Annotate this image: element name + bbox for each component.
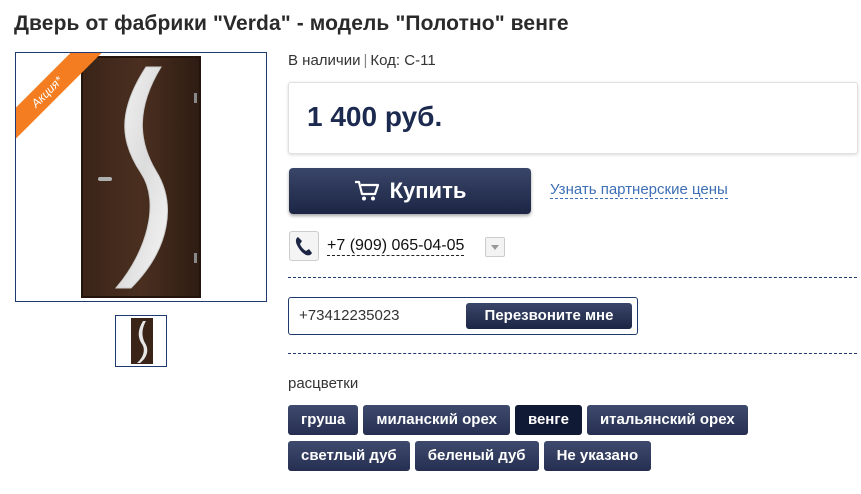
partner-prices-link[interactable]: Узнать партнерские цены — [550, 181, 728, 199]
door-thumbnail-icon — [131, 318, 153, 364]
color-row: светлый дуб беленый дуб Не указано — [288, 441, 788, 471]
door-image — [81, 56, 201, 298]
product-title: Дверь от фабрики "Verda" - модель "Полот… — [14, 12, 569, 35]
divider — [288, 353, 857, 354]
callback-button[interactable]: Перезвоните мне — [466, 303, 632, 329]
color-options: груша миланский орех венге итальянский о… — [288, 405, 788, 477]
price: 1 400 руб. — [307, 101, 443, 132]
phone-icon — [295, 237, 312, 256]
color-row: груша миланский орех венге итальянский о… — [288, 405, 788, 435]
buy-button[interactable]: Купить — [289, 168, 531, 214]
separator: | — [363, 52, 368, 69]
divider — [288, 277, 857, 278]
color-chip-grusha[interactable]: груша — [288, 405, 359, 435]
color-chip-light-oak[interactable]: светлый дуб — [288, 441, 410, 471]
buy-button-label: Купить — [389, 178, 467, 203]
product-main-image[interactable]: Акция* — [15, 52, 267, 302]
thumbnail-image[interactable] — [115, 315, 167, 367]
color-chip-italian-walnut[interactable]: итальянский орех — [586, 405, 748, 435]
availability-info: В наличии | Код: С-11 — [288, 52, 436, 69]
cart-icon — [354, 180, 379, 201]
callback-phone-input[interactable] — [299, 307, 459, 324]
color-chip-not-specified[interactable]: Не указано — [543, 441, 652, 471]
color-chip-wenge[interactable]: венге — [514, 405, 582, 435]
callback-form: Перезвоните мне — [288, 297, 638, 335]
product-code: Код: С-11 — [370, 52, 436, 69]
color-chip-bleached-oak[interactable]: беленый дуб — [414, 441, 539, 471]
phone-icon-button[interactable] — [289, 231, 319, 261]
price-box: 1 400 руб. — [288, 82, 858, 154]
phone-number[interactable]: +7 (909) 065-04-05 — [327, 237, 465, 256]
stock-status: В наличии — [288, 52, 361, 69]
colors-label: расцветки — [288, 375, 359, 392]
chevron-down-icon[interactable] — [485, 237, 505, 257]
color-chip-milan-walnut[interactable]: миланский орех — [363, 405, 510, 435]
